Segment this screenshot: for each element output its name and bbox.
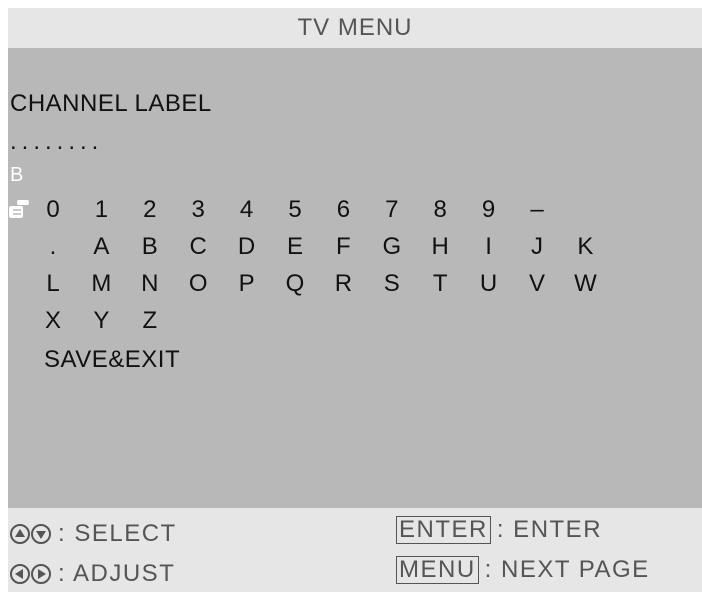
char-key[interactable]: V [520,270,554,298]
char-key[interactable]: J [520,233,554,261]
char-key[interactable]: X [36,307,70,335]
menu-title: TV MENU [297,14,413,41]
char-key[interactable]: . [36,233,70,261]
save-exit-button[interactable]: SAVE&EXIT [44,346,180,374]
char-key[interactable]: P [230,270,264,298]
char-key[interactable]: F [326,233,360,261]
char-key[interactable]: 7 [375,196,409,224]
help-footer: : SELECT : ADJUST ENTER : ENTER MENU : N… [8,508,702,592]
label-placeholder-dots: ........ [10,128,104,155]
current-character: B [10,164,24,186]
left-arrow-icon [10,564,30,584]
char-key[interactable]: A [84,233,118,261]
char-key[interactable]: T [423,270,457,298]
char-key[interactable]: B [133,233,167,261]
char-key[interactable]: 1 [84,196,118,224]
select-hint-label: : SELECT [58,520,177,547]
channel-label-panel: CHANNEL LABEL ........ B 0 1 2 3 4 5 6 7 8 9–. A B C… [8,48,702,508]
char-key[interactable]: L [36,270,70,298]
menu-title-bar: TV MENU [8,8,702,48]
char-key[interactable]: D [230,233,264,261]
page-heading: CHANNEL LABEL [10,90,212,117]
char-key[interactable]: R [326,270,360,298]
menu-hint-label: : NEXT PAGE [484,556,650,583]
char-key[interactable]: H [423,233,457,261]
hand-pointer-icon [9,200,29,218]
char-key[interactable]: O [181,270,215,298]
char-key[interactable]: 4 [230,196,264,224]
char-key[interactable]: – [520,196,554,224]
adjust-hint: : ADJUST [10,560,175,588]
menu-hint: MENU : NEXT PAGE [396,556,650,584]
char-key[interactable]: U [472,270,506,298]
char-key[interactable]: Z [133,307,167,335]
char-key[interactable]: 0 [36,196,70,224]
enter-hint: ENTER : ENTER [396,516,602,544]
char-key[interactable]: 9 [472,196,506,224]
char-key[interactable]: C [181,233,215,261]
right-arrow-icon [31,564,51,584]
enter-hint-label: : ENTER [496,516,603,543]
char-key[interactable]: N [133,270,167,298]
char-key[interactable]: S [375,270,409,298]
down-arrow-icon [31,524,51,544]
char-key[interactable]: M [84,270,118,298]
char-key[interactable]: 3 [181,196,215,224]
char-key[interactable]: W [568,270,602,298]
adjust-hint-label: : ADJUST [58,560,176,587]
char-key[interactable]: 8 [423,196,457,224]
enter-key: ENTER [396,516,491,544]
select-hint: : SELECT [10,520,177,548]
char-key[interactable]: 6 [326,196,360,224]
char-key[interactable]: 2 [133,196,167,224]
char-key[interactable]: I [472,233,506,261]
char-key[interactable]: G [375,233,409,261]
char-key[interactable]: Y [84,307,118,335]
char-key[interactable]: E [278,233,312,261]
char-key[interactable]: K [568,233,602,261]
menu-key: MENU [396,556,479,584]
char-key[interactable]: Q [278,270,312,298]
char-key[interactable]: 5 [278,196,312,224]
up-arrow-icon [10,524,30,544]
